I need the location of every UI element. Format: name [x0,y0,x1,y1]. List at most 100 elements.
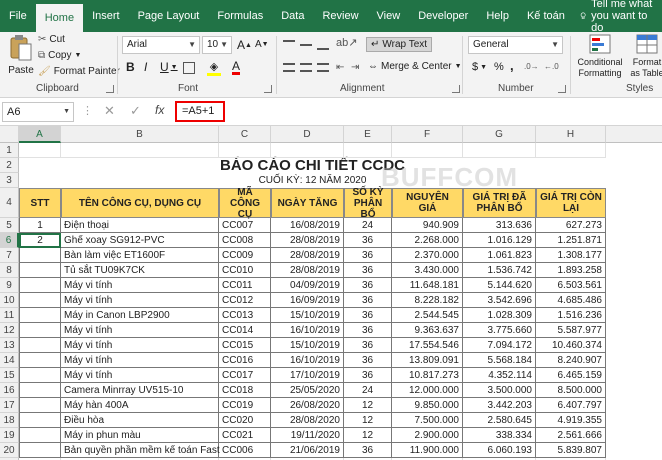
select-all-corner[interactable] [0,126,19,143]
table-cell[interactable]: 8.228.182 [392,293,463,308]
table-cell[interactable]: 8.500.000 [536,383,606,398]
table-header-cell[interactable]: MÃ CÔNG CỤ [219,187,271,220]
table-cell[interactable]: Máy vi tính [61,353,219,368]
tab-file[interactable]: File [0,0,36,32]
row-header-6[interactable]: 6 [0,233,19,248]
increase-indent-icon[interactable]: ⇥ [351,62,359,73]
row-header-10[interactable]: 10 [0,293,19,308]
table-cell[interactable]: 16/10/2019 [271,323,344,338]
table-cell[interactable]: Máy in Canon LBP2900 [61,308,219,323]
clipboard-launcher-icon[interactable] [106,85,114,93]
table-cell[interactable]: CC019 [219,398,271,413]
tab-help[interactable]: Help [477,0,518,32]
table-cell[interactable]: 627.273 [536,218,606,233]
table-cell[interactable]: 19/11/2020 [271,428,344,443]
table-cell[interactable]: 4.919.355 [536,413,606,428]
table-cell[interactable]: 3.430.000 [392,263,463,278]
font-size-select[interactable]: 10 ▼ [202,36,232,54]
table-cell[interactable] [19,383,61,398]
tab-home[interactable]: Home [35,4,84,32]
align-center-icon[interactable] [300,63,312,72]
percent-button[interactable]: % [494,61,504,73]
row-header-8[interactable]: 8 [0,263,19,278]
table-cell[interactable]: CC021 [219,428,271,443]
merge-center-button[interactable]: ⇔ Merge & Center ▼ [368,61,462,72]
table-cell[interactable]: Máy vi tính [61,278,219,293]
conditional-formatting-button[interactable]: Conditional Formatting [574,34,626,79]
shrink-font-button[interactable]: A ▼ [255,39,269,50]
row-header-9[interactable]: 9 [0,278,19,293]
table-cell[interactable]: CC015 [219,338,271,353]
increase-decimal-icon[interactable]: .0→ [524,62,539,71]
font-color-button[interactable]: A [232,59,241,75]
row-header-7[interactable]: 7 [0,248,19,263]
table-cell[interactable]: 11.900.000 [392,443,463,458]
table-cell[interactable]: 36 [344,308,392,323]
table-cell[interactable]: 5.587.977 [536,323,606,338]
row-header-18[interactable]: 18 [0,413,19,428]
table-cell[interactable]: Bản quyền phần mềm kế toán Fast [61,443,220,458]
table-cell[interactable]: 25/05/2020 [271,383,344,398]
empty-cell[interactable] [219,143,271,158]
table-cell[interactable]: 6.465.159 [536,368,606,383]
table-cell[interactable]: 2.268.000 [392,233,463,248]
table-cell[interactable]: 5.144.620 [463,278,536,293]
table-cell[interactable]: CC013 [219,308,271,323]
table-cell[interactable]: CC017 [219,368,271,383]
align-top-icon[interactable] [283,40,295,50]
table-cell[interactable]: 36 [344,233,392,248]
table-cell[interactable]: 36 [344,293,392,308]
table-cell[interactable] [19,443,61,458]
row-header-3[interactable]: 3 [0,173,19,188]
column-header-h[interactable]: H [536,126,606,143]
table-cell[interactable]: Tủ sắt TU09K7CK [61,263,219,278]
table-cell[interactable] [19,428,61,443]
row-header-16[interactable]: 16 [0,383,19,398]
table-cell[interactable]: 4.352.114 [463,368,536,383]
tab-page-layout[interactable]: Page Layout [129,0,209,32]
table-cell[interactable]: CC006 [219,443,271,458]
table-cell[interactable] [19,323,61,338]
column-header-a[interactable]: A [19,126,61,143]
align-left-icon[interactable] [283,63,295,72]
cut-button[interactable]: ✂ Cut [38,34,65,45]
orientation-icon[interactable]: ab↗ [336,36,357,49]
table-cell[interactable]: 3.775.660 [463,323,536,338]
row-header-11[interactable]: 11 [0,308,19,323]
table-cell[interactable] [19,413,61,428]
empty-cell[interactable] [344,143,392,158]
table-cell[interactable]: 28/08/2020 [271,413,344,428]
table-cell[interactable]: 16/10/2019 [271,353,344,368]
cancel-icon[interactable]: ✕ [104,103,115,119]
table-cell[interactable]: 15/10/2019 [271,308,344,323]
table-cell[interactable]: 36 [344,278,392,293]
enter-icon[interactable]: ✓ [130,103,141,119]
insert-function-icon[interactable]: fx [155,103,164,117]
worksheet-grid[interactable]: ABCDEFGH12345678910111213141516171819202… [0,126,662,460]
tab-review[interactable]: Review [313,0,367,32]
number-format-select[interactable]: General ▼ [468,36,563,54]
table-cell[interactable]: Máy vi tính [61,368,219,383]
fill-color-icon[interactable]: ◈ [207,60,221,76]
table-header-cell[interactable]: STT [19,188,61,218]
table-cell[interactable]: 15/10/2019 [271,338,344,353]
table-cell[interactable]: 1.016.129 [463,233,536,248]
table-cell[interactable]: 3.442.203 [463,398,536,413]
row-header-5[interactable]: 5 [0,218,19,233]
paste-button[interactable]: Paste [6,34,36,80]
row-header-14[interactable]: 14 [0,353,19,368]
column-header-g[interactable]: G [463,126,536,143]
table-cell[interactable]: Máy hàn 400A [61,398,219,413]
table-cell[interactable]: 9.363.637 [392,323,463,338]
table-cell[interactable]: Ghế xoay SG912-PVC [61,233,219,248]
table-cell[interactable]: 338.334 [463,428,536,443]
table-cell[interactable]: 13.809.091 [392,353,463,368]
align-bottom-icon[interactable] [317,40,329,50]
table-cell[interactable]: 36 [344,263,392,278]
row-header-13[interactable]: 13 [0,338,19,353]
table-cell[interactable]: 10.460.374 [536,338,606,353]
table-cell[interactable] [19,398,61,413]
table-cell[interactable]: 940.909 [392,218,463,233]
table-cell[interactable]: Bàn làm việc ET1600F [61,248,219,263]
formula-input[interactable]: =A5+1 [175,101,225,122]
